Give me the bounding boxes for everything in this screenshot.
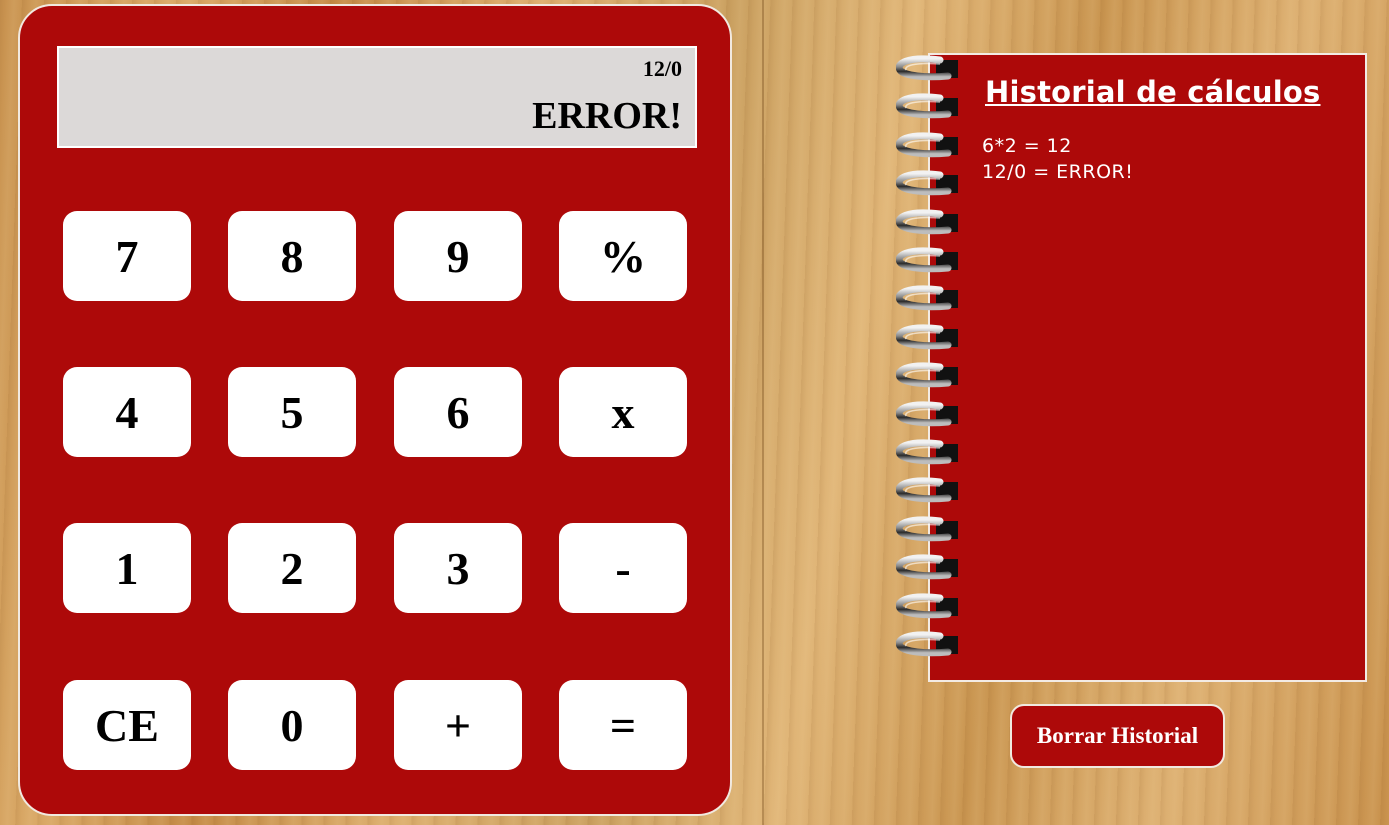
key-add[interactable]: + xyxy=(394,680,522,770)
key-1[interactable]: 1 xyxy=(63,523,191,613)
clear-history-button[interactable]: Borrar Historial xyxy=(1010,704,1225,768)
binding-ring-icon xyxy=(896,593,958,618)
binding-ring-icon xyxy=(896,401,958,426)
binding-ring-icon xyxy=(896,362,958,388)
history-list: 6*2 = 12 12/0 = ERROR! xyxy=(982,133,1133,185)
binding-ring-icon xyxy=(896,132,958,158)
binding-ring-icon xyxy=(896,516,958,542)
key-6[interactable]: 6 xyxy=(394,367,522,457)
key-5[interactable]: 5 xyxy=(228,367,356,457)
display-expression: 12/0 xyxy=(642,56,682,81)
binding-ring-icon xyxy=(896,93,958,119)
key-4[interactable]: 4 xyxy=(63,367,191,457)
key-8[interactable]: 8 xyxy=(228,211,356,301)
binding-ring-icon xyxy=(896,209,958,234)
history-entry: 12/0 = ERROR! xyxy=(982,161,1134,183)
binding-ring-icon xyxy=(896,439,958,465)
history-notebook: Historial de cálculos 6*2 = 12 12/0 = ER… xyxy=(928,53,1367,682)
calculator-display: 12/0 ERROR! xyxy=(57,46,697,148)
key-0[interactable]: 0 xyxy=(228,680,356,770)
key-subtract[interactable]: - xyxy=(559,523,687,613)
binding-ring-icon xyxy=(896,324,958,350)
history-title: Historial de cálculos xyxy=(985,75,1321,109)
key-2[interactable]: 2 xyxy=(228,523,356,613)
binding-ring-icon xyxy=(896,55,958,81)
history-entry: 6*2 = 12 xyxy=(982,135,1072,157)
display-result: ERROR! xyxy=(532,95,682,137)
binding-ring-icon xyxy=(896,631,958,657)
binding-ring-icon xyxy=(896,554,958,580)
binding-ring-icon xyxy=(896,285,958,311)
key-multiply[interactable]: x xyxy=(559,367,687,457)
key-3[interactable]: 3 xyxy=(394,523,522,613)
binding-ring-icon xyxy=(896,170,958,196)
table-seam xyxy=(762,0,764,825)
key-percent[interactable]: % xyxy=(559,211,687,301)
key-9[interactable]: 9 xyxy=(394,211,522,301)
calculator: 12/0 ERROR! 7 8 9 % 4 5 6 x 1 2 3 - CE 0… xyxy=(18,4,732,816)
key-clear-entry[interactable]: CE xyxy=(63,680,191,770)
key-7[interactable]: 7 xyxy=(63,211,191,301)
binding-ring-icon xyxy=(896,247,958,273)
binding-ring-icon xyxy=(896,477,958,503)
key-equals[interactable]: = xyxy=(559,680,687,770)
